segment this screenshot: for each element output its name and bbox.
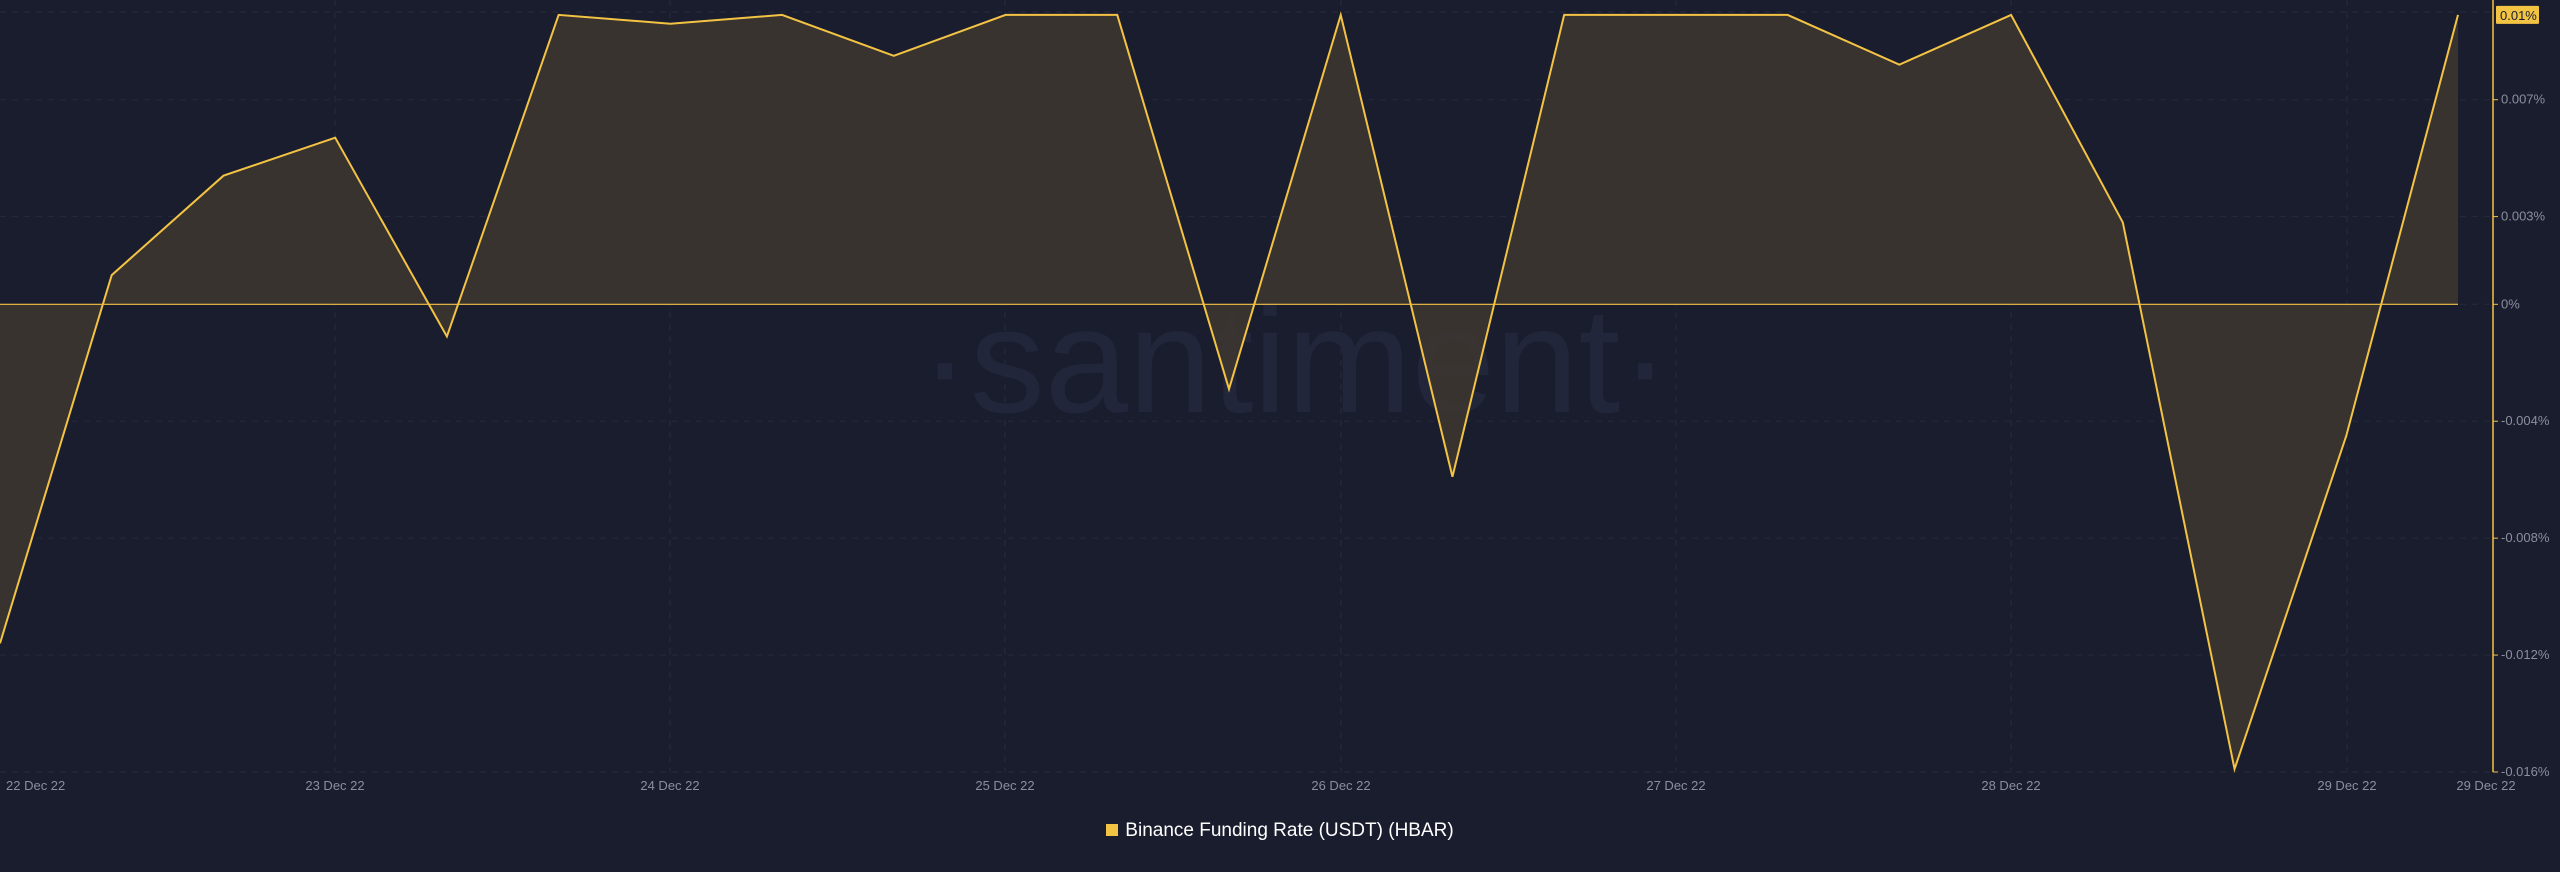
x-tick-label: 23 Dec 22	[305, 778, 364, 793]
x-tick-label: 22 Dec 22	[6, 778, 65, 793]
data-point	[1004, 13, 1007, 16]
data-point	[669, 22, 672, 25]
data-point	[2233, 768, 2236, 771]
data-point	[1674, 13, 1677, 16]
data-point	[781, 13, 784, 16]
data-point	[557, 13, 560, 16]
x-tick-label: 26 Dec 22	[1311, 778, 1370, 793]
data-point	[334, 136, 337, 139]
y-tick-label: -0.004%	[2501, 413, 2550, 428]
data-point	[1228, 388, 1231, 391]
data-point	[892, 54, 895, 57]
data-point	[1563, 13, 1566, 16]
current-value-label: 0.01%	[2500, 8, 2537, 23]
data-point	[110, 274, 113, 277]
legend-swatch	[1106, 824, 1119, 836]
data-point	[2010, 13, 2013, 16]
y-tick-label: -0.012%	[2501, 647, 2550, 662]
legend-label: Binance Funding Rate (USDT) (HBAR)	[1125, 820, 1454, 841]
data-point	[1786, 13, 1789, 16]
data-point	[2457, 13, 2460, 16]
x-tick-label: 29 Dec 22	[2317, 778, 2376, 793]
x-tick-label: 27 Dec 22	[1646, 778, 1705, 793]
y-tick-label: -0.016%	[2501, 764, 2550, 779]
y-tick-label: 0.003%	[2501, 209, 2546, 224]
y-tick-label: -0.008%	[2501, 530, 2550, 545]
x-tick-label: 29 Dec 22	[2456, 778, 2515, 793]
y-tick-label: 0.007%	[2501, 92, 2546, 107]
data-point	[445, 335, 448, 338]
chart-area: ·santiment· 22 Dec 22 23 Dec 22 24 Dec 22 2…	[0, 0, 2560, 867]
funding-rate-chart: ·santiment· 22 Dec 22 23 Dec 22 24 Dec 22 2…	[0, 0, 2550, 793]
x-tick-label: 25 Dec 22	[975, 778, 1034, 793]
series-line	[0, 11, 2459, 773]
data-point	[2121, 221, 2124, 224]
data-point	[1116, 13, 1119, 16]
data-point	[1898, 63, 1901, 66]
data-point	[1339, 13, 1342, 16]
y-tick-label: 0%	[2501, 296, 2520, 311]
x-tick-label: 24 Dec 22	[640, 778, 699, 793]
data-point	[2345, 434, 2348, 437]
data-point	[1451, 475, 1454, 478]
data-point	[222, 174, 225, 177]
x-tick-label: 28 Dec 22	[1981, 778, 2040, 793]
chart-legend: Binance Funding Rate (USDT) (HBAR)	[0, 820, 2560, 842]
